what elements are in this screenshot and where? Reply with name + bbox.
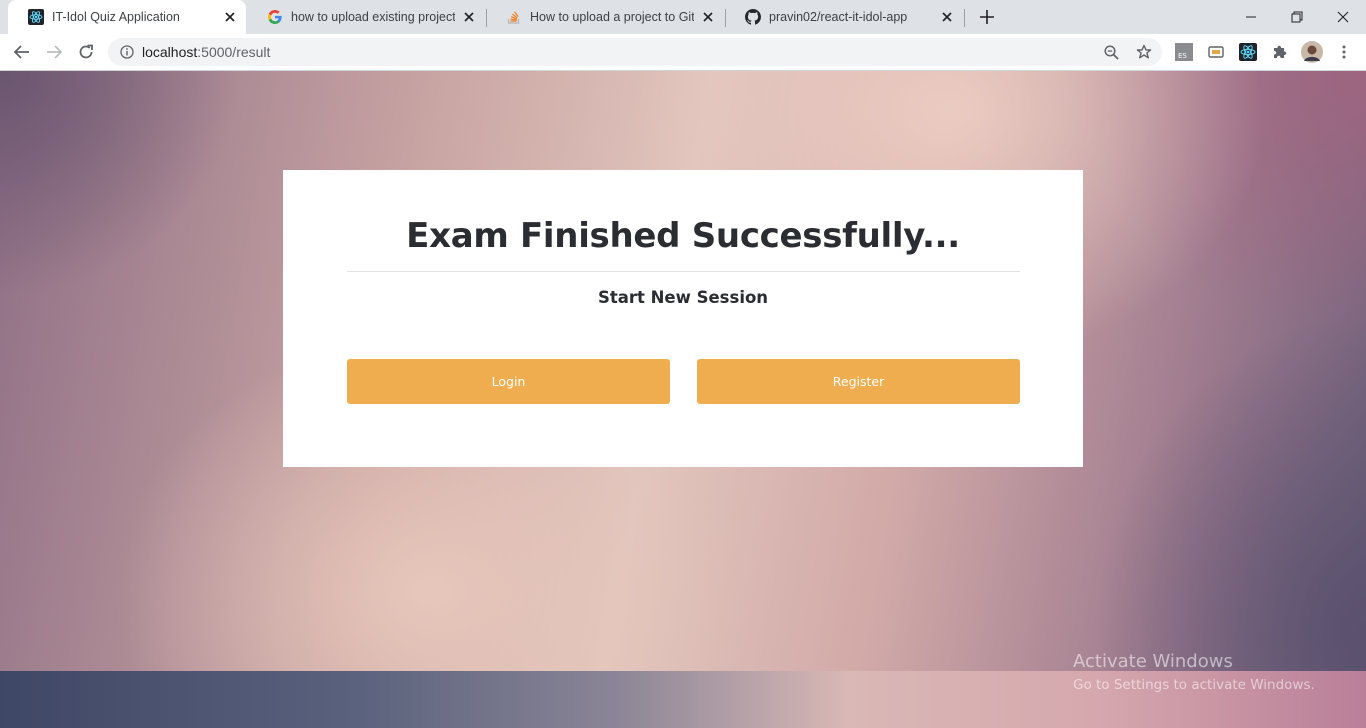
- url-path: :5000/result: [197, 44, 271, 60]
- stackoverflow-icon: [506, 9, 522, 25]
- minimize-button[interactable]: [1228, 0, 1274, 34]
- close-icon: [1337, 11, 1349, 23]
- back-arrow-icon: [14, 45, 29, 59]
- windows-activation-watermark: Activate Windows Go to Settings to activ…: [1073, 651, 1315, 693]
- url-host: localhost: [142, 44, 198, 60]
- menu-dots-icon[interactable]: [1334, 42, 1354, 62]
- tab-github[interactable]: pravin02/react-it-idol-app: [725, 0, 963, 34]
- plus-icon: [980, 10, 994, 24]
- address-bar[interactable]: localhost:5000/result: [108, 38, 1162, 66]
- restore-button[interactable]: [1274, 0, 1320, 34]
- minimize-icon: [1246, 16, 1256, 18]
- info-icon[interactable]: [119, 44, 135, 60]
- close-icon[interactable]: [939, 9, 955, 25]
- es-extension-icon[interactable]: ES: [1174, 42, 1194, 62]
- tab-title: IT-Idol Quiz Application: [52, 10, 180, 24]
- register-button[interactable]: Register: [697, 359, 1020, 404]
- watermark-line2: Go to Settings to activate Windows.: [1073, 677, 1315, 693]
- reload-button[interactable]: [72, 38, 100, 66]
- watermark-line1: Activate Windows: [1073, 651, 1233, 672]
- tab-google-search[interactable]: how to upload existing project o: [247, 0, 485, 34]
- google-icon: [267, 9, 283, 25]
- page-background: Exam Finished Successfully... Start New …: [0, 71, 1366, 728]
- cast-icon[interactable]: [1206, 42, 1226, 62]
- bookmark-star-icon[interactable]: [1136, 44, 1152, 60]
- tab-title: How to upload a project to Githu: [530, 10, 694, 24]
- close-icon[interactable]: [700, 9, 716, 25]
- result-card: Exam Finished Successfully... Start New …: [283, 170, 1083, 467]
- puzzle-icon[interactable]: [1270, 42, 1290, 62]
- github-icon: [745, 9, 761, 25]
- tab-it-idol[interactable]: IT-Idol Quiz Application: [8, 0, 246, 34]
- tab-title: pravin02/react-it-idol-app: [769, 10, 908, 24]
- url-text: localhost:5000/result: [142, 44, 270, 60]
- tab-title: how to upload existing project o: [291, 10, 455, 24]
- reload-icon: [79, 44, 93, 59]
- close-icon[interactable]: [461, 9, 477, 25]
- close-icon[interactable]: [222, 9, 238, 25]
- forward-arrow-icon: [47, 45, 62, 59]
- back-button[interactable]: [8, 38, 36, 66]
- restore-icon: [1291, 11, 1303, 23]
- browser-toolbar: localhost:5000/result ES: [0, 34, 1366, 71]
- zoom-icon[interactable]: [1103, 44, 1119, 60]
- divider: [347, 271, 1020, 272]
- svg-text:ES: ES: [1178, 52, 1187, 60]
- tab-stackoverflow[interactable]: How to upload a project to Githu: [486, 0, 724, 34]
- tab-separator: [964, 9, 965, 27]
- new-tab-button[interactable]: [976, 6, 998, 28]
- page-title: Exam Finished Successfully...: [406, 216, 960, 256]
- forward-button[interactable]: [40, 38, 68, 66]
- avatar[interactable]: [1301, 41, 1323, 63]
- window-close-button[interactable]: [1320, 0, 1366, 34]
- react-devtools-icon[interactable]: [1238, 42, 1258, 62]
- react-icon: [28, 9, 44, 25]
- session-subtitle: Start New Session: [597, 288, 769, 307]
- tab-strip: IT-Idol Quiz Application how to upload e…: [0, 0, 1366, 34]
- login-button[interactable]: Login: [347, 359, 670, 404]
